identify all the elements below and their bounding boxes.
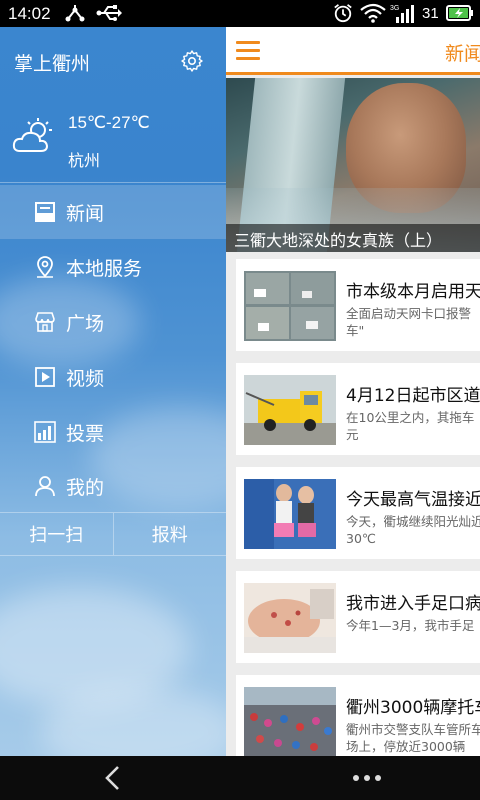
news-thumbnail [244,583,336,653]
news-title: 我市进入手足口病 [346,594,480,614]
menu-item-label: 新闻 [66,202,105,225]
status-time: 14:02 [8,4,51,23]
news-desc: 在10公里之内，其拖车元 [346,410,475,442]
menu-item-label: 广场 [66,312,105,335]
news-desc: 全面启动天网卡口报警车" [346,306,472,338]
news-desc: 衢州市交警支队车管所车场上，停放近3000辆 [346,722,480,754]
hero-caption: 三衢大地深处的女真族（上） [226,224,480,252]
alarm-icon [334,4,352,23]
menu-item-label: 视频 [66,367,105,390]
menu-item-mine[interactable]: 我的 [0,459,226,513]
store-icon [35,312,55,332]
signal-icon: 3G [390,5,414,23]
weather-temperature: 15℃-27℃ [68,113,150,132]
menu-item-plaza[interactable]: 广场 [0,295,226,349]
partly-cloudy-icon [12,118,52,152]
top-bar: 新闻 [226,27,480,75]
drawer-bottom-buttons: 扫一扫 报料 [0,512,226,556]
news-item[interactable]: 市本级本月启用天 全面启动天网卡口报警车" [236,259,480,351]
menu-item-label: 投票 [66,422,105,445]
news-desc: 今年1—3月，我市手足 [346,618,475,633]
gear-icon[interactable] [180,49,204,73]
news-icon [35,202,55,222]
more-icon[interactable] [352,774,382,782]
navigation-drawer: 掌上衢州 15℃-27℃ 杭州 新闻 本地服务 广场 视频 投票 我的 扫一扫 … [0,27,226,756]
wifi-icon [360,3,386,23]
news-item[interactable]: 我市进入手足口病 今年1—3月，我市手足 [236,571,480,663]
menu-item-video[interactable]: 视频 [0,350,226,404]
battery-icon [446,5,473,21]
news-item[interactable]: 4月12日起市区道路 在10公里之内，其拖车元 [236,363,480,455]
menu-item-label: 我的 [66,476,105,499]
news-title: 4月12日起市区道路 [346,386,480,406]
network-type-label: 3G [390,5,399,12]
news-title: 市本级本月启用天 [346,282,480,302]
play-icon [35,367,55,387]
main-panel: 新闻 三衢大地深处的女真族（上） 市本级本月启用天 全面启动天网卡口报警车" 4… [226,27,480,756]
news-thumbnail [244,375,336,445]
location-pin-icon [37,256,53,278]
news-title: 今天最高气温接近 [346,490,480,510]
divider [0,182,226,183]
news-item[interactable]: 衢州3000辆摩托车 衢州市交警支队车管所车场上，停放近3000辆 [236,675,480,756]
hero-banner[interactable]: 三衢大地深处的女真族（上） [226,78,480,252]
scan-button[interactable]: 扫一扫 [0,513,114,555]
battery-level: 31 [422,5,439,22]
report-button[interactable]: 报料 [114,513,227,555]
menu-item-local-services[interactable]: 本地服务 [0,240,226,294]
back-icon[interactable] [100,764,126,792]
menu-item-label: 本地服务 [66,257,143,280]
network-share-icon [65,5,85,22]
news-thumbnail [244,271,336,341]
status-bar: 14:02 3G 31 [0,0,480,27]
menu-icon[interactable] [236,41,260,60]
menu-item-vote[interactable]: 投票 [0,405,226,459]
weather-city: 杭州 [68,151,101,170]
news-thumbnail [244,479,336,549]
news-title: 衢州3000辆摩托车 [346,698,480,718]
news-desc: 今天，衢城继续阳光灿近30℃ [346,514,480,546]
app-title: 掌上衢州 [14,53,91,75]
system-nav-bar [0,756,480,800]
user-icon [35,476,55,497]
bar-chart-icon [34,421,56,443]
menu-item-news[interactable]: 新闻 [0,185,226,239]
news-thumbnail [244,687,336,756]
page-title: 新闻 [445,43,480,65]
news-item[interactable]: 今天最高气温接近 今天，衢城继续阳光灿近30℃ [236,467,480,559]
usb-icon [96,5,122,21]
